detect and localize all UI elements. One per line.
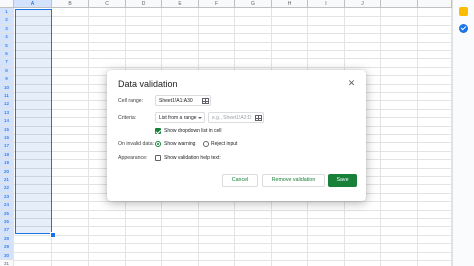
- data-validation-dialog: Data validation ✕ Cell range: Sheet1!A1:…: [107, 70, 366, 201]
- criteria-dropdown[interactable]: List from a range: [155, 112, 205, 123]
- row-header-31[interactable]: 31: [0, 260, 14, 266]
- selected-range[interactable]: [15, 9, 52, 234]
- row-header-25[interactable]: 25: [0, 209, 14, 218]
- row-header-10[interactable]: 10: [0, 83, 14, 92]
- grid-row-line: [14, 209, 452, 211]
- reject-input-label: Reject input: [211, 141, 238, 147]
- dialog-title: Data validation: [118, 79, 178, 89]
- cell-range-value: Sheet1!A1:A30: [159, 98, 193, 104]
- grid-row-line: [14, 234, 452, 236]
- grid-row-line: [14, 66, 452, 68]
- row-header-28[interactable]: 28: [0, 234, 14, 244]
- select-range-icon[interactable]: [202, 98, 209, 104]
- grid-row-line: [14, 218, 452, 219]
- column-header-b[interactable]: B: [52, 0, 89, 8]
- row-header-23[interactable]: 23: [0, 192, 14, 202]
- grid-row-line: [14, 251, 452, 253]
- row-header-2[interactable]: 2: [0, 16, 14, 25]
- grid-row-line: [14, 24, 452, 26]
- row-header-16[interactable]: 16: [0, 134, 14, 143]
- cancel-button[interactable]: Cancel: [222, 174, 258, 187]
- row-header-13[interactable]: 13: [0, 108, 14, 118]
- row-header-21[interactable]: 21: [0, 176, 14, 185]
- cell-range-field[interactable]: Sheet1!A1:A30: [155, 95, 211, 106]
- criteria-option: List from a range: [159, 115, 197, 121]
- column-header[interactable]: [381, 0, 418, 8]
- column-header-i[interactable]: I: [308, 0, 345, 8]
- column-header-d[interactable]: D: [126, 0, 162, 8]
- show-warning-label: Show warning: [164, 141, 196, 147]
- tasks-icon[interactable]: [459, 24, 468, 33]
- row-header-24[interactable]: 24: [0, 201, 14, 210]
- grid-row-line: [14, 33, 452, 35]
- row-header-11[interactable]: 11: [0, 92, 14, 101]
- row-header-5[interactable]: 5: [0, 41, 14, 50]
- keep-icon[interactable]: [459, 7, 468, 16]
- show-dropdown-label: Show dropdown list in cell: [164, 128, 222, 134]
- grid-row-line: [14, 226, 452, 228]
- column-header-e[interactable]: E: [162, 0, 199, 8]
- row-header-19[interactable]: 19: [0, 159, 14, 168]
- row-header-9[interactable]: 9: [0, 75, 14, 84]
- row-header-4[interactable]: 4: [0, 33, 14, 42]
- chevron-down-icon: [198, 117, 202, 119]
- grid-row-line: [14, 41, 452, 43]
- fill-handle[interactable]: [50, 232, 56, 238]
- grid-row-line: [14, 50, 452, 51]
- on-invalid-label: On invalid data:: [118, 141, 155, 147]
- column-header-a[interactable]: A: [14, 0, 52, 8]
- row-header-18[interactable]: 18: [0, 150, 14, 160]
- grid-row-line: [14, 260, 452, 261]
- column-header-c[interactable]: C: [89, 0, 126, 8]
- row-header-22[interactable]: 22: [0, 184, 14, 193]
- row-header-17[interactable]: 17: [0, 142, 14, 151]
- reject-input-radio[interactable]: [203, 141, 209, 147]
- show-warning-radio[interactable]: [155, 141, 161, 147]
- show-help-text-checkbox[interactable]: [155, 155, 161, 161]
- row-header-12[interactable]: 12: [0, 100, 14, 109]
- column-header-h[interactable]: H: [272, 0, 308, 8]
- close-icon[interactable]: ✕: [347, 79, 356, 88]
- row-header-30[interactable]: 30: [0, 251, 14, 260]
- cell-range-label: Cell range:: [118, 98, 144, 104]
- side-panel: [452, 0, 474, 266]
- row-header-14[interactable]: 14: [0, 117, 14, 126]
- row-header-6[interactable]: 6: [0, 50, 14, 59]
- show-help-text-label: Show validation help text:: [164, 155, 221, 161]
- grid-row-line: [14, 16, 452, 18]
- row-header-26[interactable]: 26: [0, 218, 14, 227]
- criteria-range-placeholder: e.g., Sheet1!A2:D: [212, 115, 252, 121]
- criteria-label: Criteria:: [118, 115, 137, 121]
- save-button[interactable]: Save: [328, 174, 357, 187]
- row-header-29[interactable]: 29: [0, 243, 14, 252]
- row-header-7[interactable]: 7: [0, 58, 14, 67]
- criteria-range-field[interactable]: e.g., Sheet1!A2:D: [208, 112, 264, 123]
- grid-row-line: [14, 201, 452, 203]
- row-header-1[interactable]: 1: [0, 8, 14, 17]
- column-header-g[interactable]: G: [235, 0, 272, 8]
- select-all-corner[interactable]: [0, 0, 14, 8]
- row-header-20[interactable]: 20: [0, 167, 14, 176]
- row-header-3[interactable]: 3: [0, 24, 14, 34]
- row-header-15[interactable]: 15: [0, 125, 14, 134]
- remove-validation-button[interactable]: Remove validation: [262, 174, 325, 187]
- row-header-8[interactable]: 8: [0, 66, 14, 76]
- column-header-j[interactable]: J: [345, 0, 381, 8]
- column-header[interactable]: [418, 0, 452, 8]
- select-range-icon[interactable]: [255, 115, 262, 121]
- row-header-27[interactable]: 27: [0, 226, 14, 235]
- grid-row-line: [14, 243, 452, 245]
- grid-row-line: [14, 58, 452, 60]
- appearance-label: Appearance:: [118, 155, 148, 161]
- column-header-f[interactable]: F: [199, 0, 235, 8]
- show-dropdown-checkbox[interactable]: [155, 128, 161, 134]
